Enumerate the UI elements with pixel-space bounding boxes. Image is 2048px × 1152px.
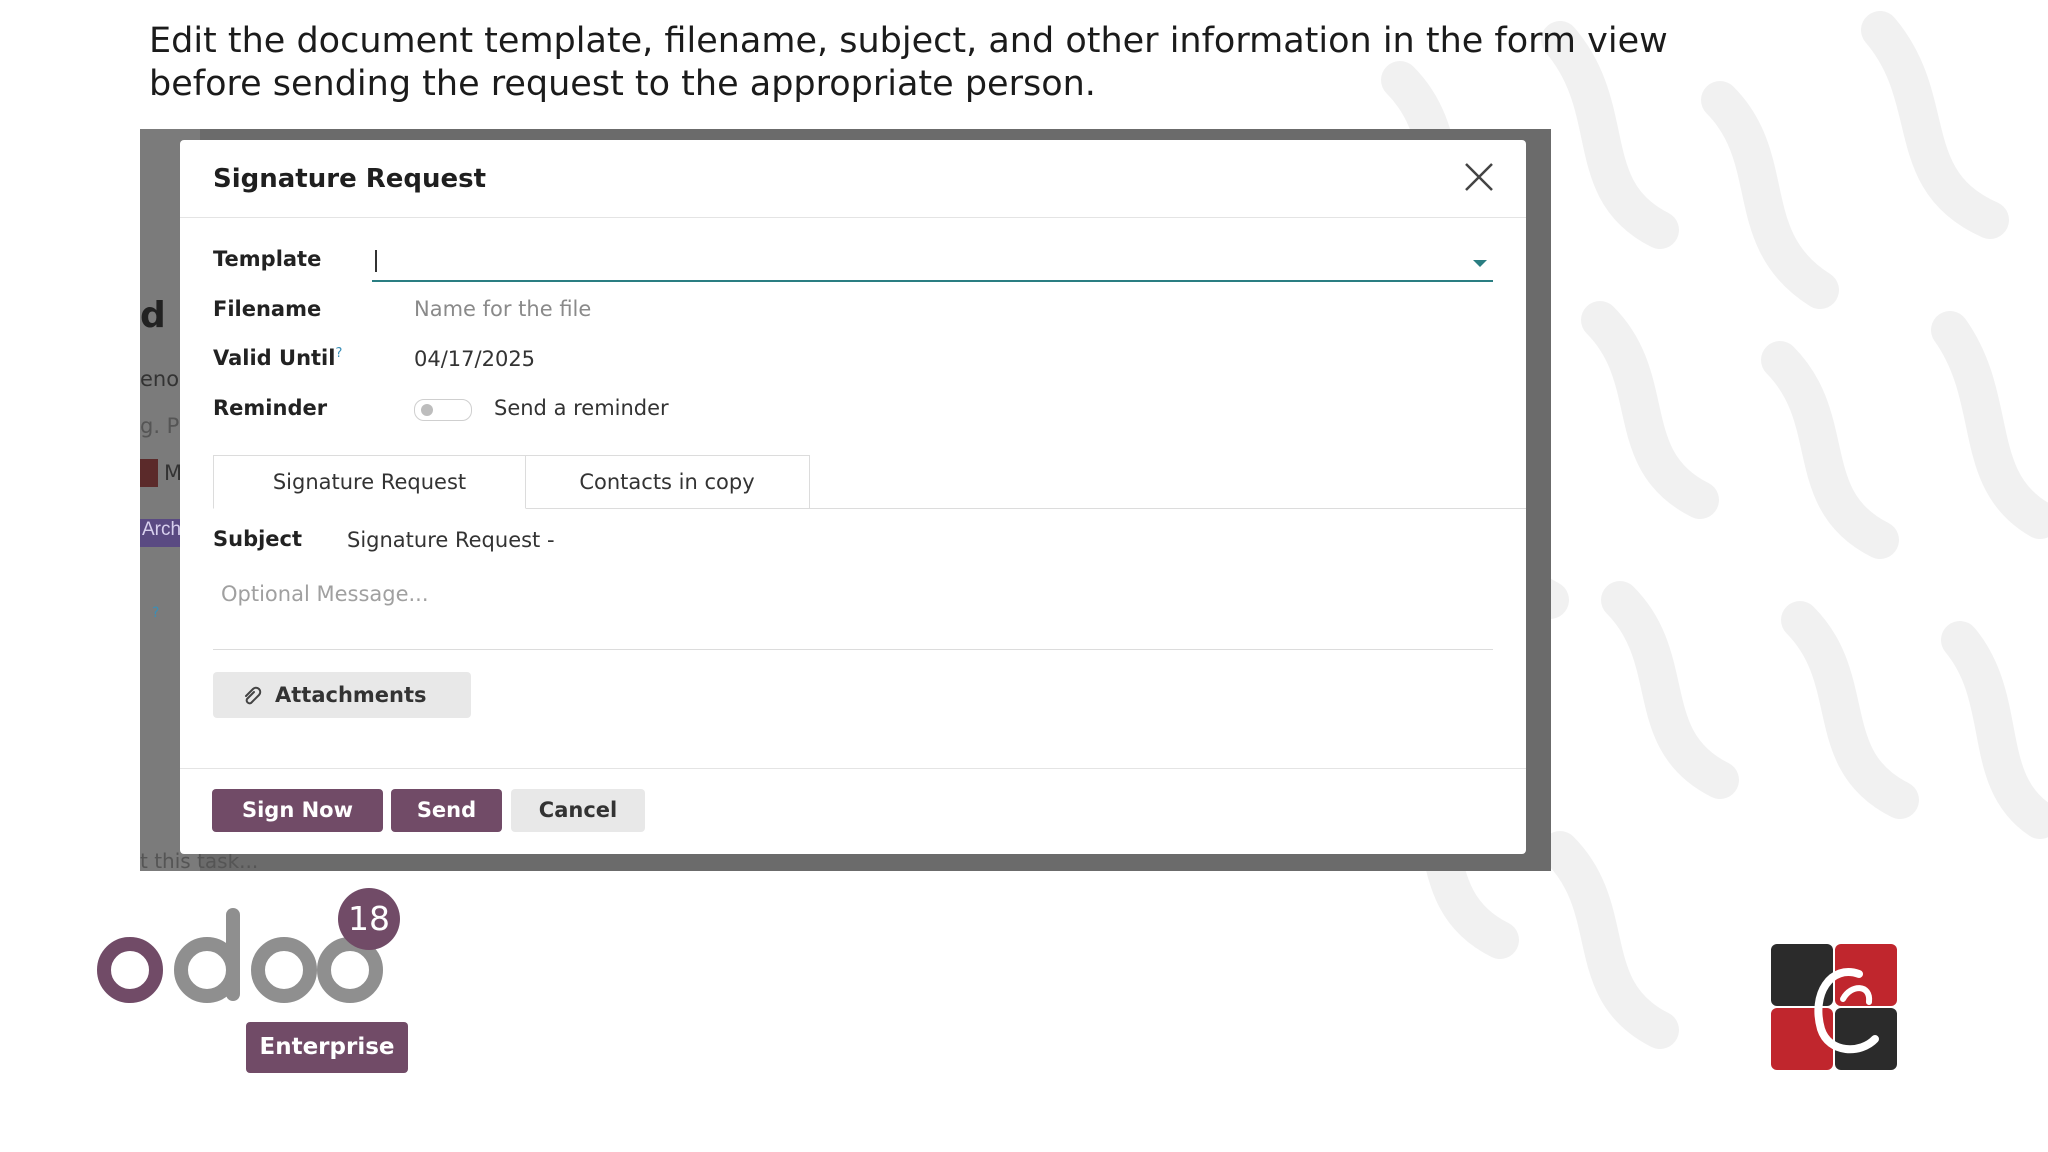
company-logo (1771, 944, 1897, 1070)
template-label: Template (213, 247, 322, 271)
dialog-tabs: Signature Request Contacts in copy (213, 455, 1526, 509)
filename-input[interactable]: Name for the file (414, 297, 591, 321)
tab-signature-request[interactable]: Signature Request (213, 455, 526, 509)
reminder-toggle[interactable] (414, 399, 472, 421)
filename-label: Filename (213, 297, 322, 321)
valid-until-input[interactable]: 04/17/2025 (414, 347, 535, 371)
template-input[interactable] (372, 244, 1493, 282)
attachments-label: Attachments (275, 683, 427, 707)
valid-until-label: Valid Until? (213, 346, 342, 370)
message-body-editor[interactable]: Optional Message... (213, 563, 1493, 650)
help-icon[interactable]: ? (335, 346, 342, 361)
chevron-down-icon[interactable] (1473, 260, 1487, 267)
version-badge: 18 (338, 888, 400, 950)
reminder-text: Send a reminder (494, 396, 669, 420)
toggle-knob (421, 404, 433, 416)
enterprise-badge: Enterprise (246, 1022, 408, 1073)
screenshot-frame: d eno g. P M Arch ? t this task... Signa… (140, 129, 1551, 871)
dialog-header: Signature Request (180, 140, 1526, 218)
underlying-text-fragment: eno (140, 367, 180, 391)
underlying-text-fragment: g. P (140, 414, 180, 438)
underlying-tag: Arch (140, 519, 182, 547)
subject-label: Subject (213, 527, 303, 551)
sign-now-button[interactable]: Sign Now (212, 789, 383, 832)
tab-contacts-in-copy[interactable]: Contacts in copy (525, 455, 810, 508)
underlying-help-icon: ? (152, 605, 160, 621)
valid-until-label-text: Valid Until (213, 346, 336, 370)
message-placeholder: Optional Message... (221, 582, 429, 606)
subject-input[interactable]: Signature Request - (347, 528, 555, 552)
send-button[interactable]: Send (391, 789, 502, 832)
paperclip-icon (245, 686, 262, 705)
cancel-button[interactable]: Cancel (511, 789, 645, 832)
dialog-title: Signature Request (213, 164, 487, 194)
slide-caption: Edit the document template, filename, su… (149, 21, 1668, 104)
text-caret (375, 250, 377, 272)
underlying-avatar (140, 459, 158, 487)
close-icon[interactable] (1462, 160, 1496, 194)
attachments-button[interactable]: Attachments (213, 672, 471, 718)
underlying-text-fragment: d (140, 295, 166, 336)
signature-request-dialog: Signature Request Template Filename Name… (180, 140, 1526, 854)
reminder-label: Reminder (213, 396, 328, 420)
dialog-footer: Sign Now Send Cancel (180, 768, 1526, 855)
